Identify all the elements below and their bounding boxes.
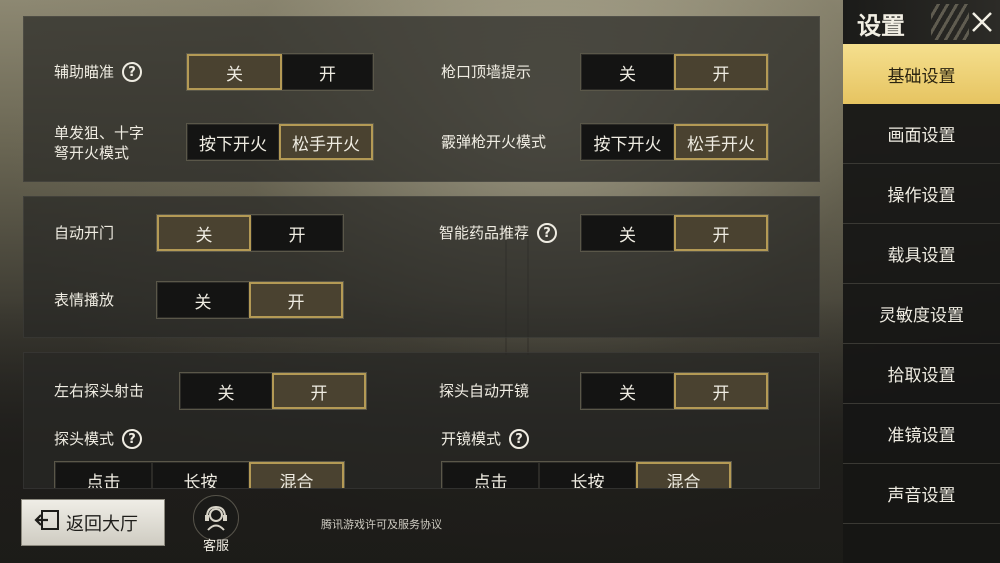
sidebar-item-graphics[interactable]: 画面设置	[843, 104, 1000, 164]
peek-mode-mixed-button[interactable]: 混合	[249, 462, 344, 488]
muzzle-wall-on-button[interactable]: 开	[674, 54, 768, 90]
customer-service-label: 客服	[202, 539, 229, 554]
med-recommend-off-button[interactable]: 关	[581, 215, 674, 251]
peek-auto-scope-off-button[interactable]: 关	[581, 373, 674, 409]
help-icon[interactable]: ?	[122, 429, 143, 449]
back-to-lobby-button[interactable]: 返回大厅	[21, 499, 165, 546]
sniper-fire-label-line2: 弩开火模式	[54, 144, 130, 162]
decorative-stripes	[931, 4, 969, 40]
aim-assist-on-button[interactable]: 开	[282, 54, 373, 90]
scope-mode-text: 开镜模式	[441, 430, 502, 448]
sniper-fire-label-line1: 单发狙、十字	[54, 124, 145, 142]
shotgun-fire-toggle: 按下开火 松手开火	[580, 123, 769, 161]
sidebar-item-sensitivity[interactable]: 灵敏度设置	[843, 284, 1000, 344]
sidebar-title: 设置	[857, 12, 905, 40]
peek-mode-label: 探头模式 ?	[54, 429, 143, 449]
peek-fire-off-button[interactable]: 关	[180, 373, 272, 409]
aim-assist-label: 辅助瞄准 ?	[54, 62, 143, 82]
sidebar-item-pickup[interactable]: 拾取设置	[843, 344, 1000, 404]
aim-assist-text: 辅助瞄准	[54, 63, 115, 81]
muzzle-wall-off-button[interactable]: 关	[581, 54, 674, 90]
med-recommend-text: 智能药品推荐	[439, 224, 530, 242]
peek-fire-toggle: 关 开	[179, 372, 367, 410]
muzzle-wall-label: 枪口顶墙提示	[441, 63, 532, 81]
settings-sidebar: 设置 基础设置 画面设置 操作设置 载具设置 灵敏度设置 拾取设置 准镜设置 声…	[843, 0, 1000, 563]
muzzle-wall-toggle: 关 开	[580, 53, 769, 91]
sniper-press-fire-button[interactable]: 按下开火	[187, 124, 279, 160]
sidebar-item-basic[interactable]: 基础设置	[843, 44, 1000, 104]
peek-auto-scope-on-button[interactable]: 开	[674, 373, 768, 409]
aim-assist-toggle: 关 开	[186, 53, 374, 91]
scope-mode-label: 开镜模式 ?	[441, 429, 530, 449]
sidebar-item-scope[interactable]: 准镜设置	[843, 404, 1000, 464]
sidebar-header: 设置	[843, 0, 1000, 44]
peek-auto-scope-toggle: 关 开	[580, 372, 769, 410]
settings-group-2: 自动开门 关 开 智能药品推荐 ? 关 开 表情播放 关 开	[23, 196, 820, 338]
peek-mode-selector: 点击 长按 混合	[54, 461, 345, 488]
sidebar-item-controls[interactable]: 操作设置	[843, 164, 1000, 224]
emote-play-toggle: 关 开	[156, 281, 344, 319]
close-icon[interactable]	[966, 4, 998, 40]
sniper-fire-toggle: 按下开火 松手开火	[186, 123, 374, 161]
peek-mode-hold-button[interactable]: 长按	[152, 462, 249, 488]
back-to-lobby-label: 返回大厅	[66, 513, 138, 535]
settings-group-3: 左右探头射击 关 开 探头自动开镜 关 开 探头模式 ? 点击 长按 混合 开镜…	[23, 352, 820, 489]
peek-fire-label: 左右探头射击	[54, 382, 145, 400]
help-icon[interactable]: ?	[122, 62, 143, 82]
peek-fire-on-button[interactable]: 开	[272, 373, 366, 409]
aim-assist-off-button[interactable]: 关	[187, 54, 282, 90]
shotgun-release-fire-button[interactable]: 松手开火	[674, 124, 768, 160]
med-recommend-toggle: 关 开	[580, 214, 769, 252]
customer-service-button[interactable]: 客服	[190, 495, 246, 554]
scope-mode-mixed-button[interactable]: 混合	[636, 462, 731, 488]
help-icon[interactable]: ?	[537, 223, 558, 243]
scope-mode-hold-button[interactable]: 长按	[539, 462, 636, 488]
shotgun-press-fire-button[interactable]: 按下开火	[581, 124, 674, 160]
emote-play-off-button[interactable]: 关	[157, 282, 249, 318]
auto-door-off-button[interactable]: 关	[157, 215, 251, 251]
sniper-fire-label: 单发狙、十字 弩开火模式	[54, 123, 144, 163]
med-recommend-label: 智能药品推荐 ?	[439, 223, 558, 243]
scope-mode-selector: 点击 长按 混合	[441, 461, 732, 488]
emote-play-on-button[interactable]: 开	[249, 282, 343, 318]
emote-play-label: 表情播放	[54, 291, 115, 309]
peek-auto-scope-label: 探头自动开镜	[439, 382, 530, 400]
settings-group-1: 辅助瞄准 ? 关 开 枪口顶墙提示 关 开 单发狙、十字 弩开火模式 按下开火 …	[23, 16, 820, 182]
exit-icon	[34, 509, 60, 536]
sniper-release-fire-button[interactable]: 松手开火	[279, 124, 373, 160]
peek-mode-tap-button[interactable]: 点击	[55, 462, 152, 488]
peek-mode-text: 探头模式	[54, 430, 115, 448]
auto-door-label: 自动开门	[54, 224, 115, 242]
license-link[interactable]: 腾讯游戏许可及服务协议	[321, 516, 442, 532]
auto-door-on-button[interactable]: 开	[251, 215, 343, 251]
sidebar-item-audio[interactable]: 声音设置	[843, 464, 1000, 524]
shotgun-fire-label: 霰弹枪开火模式	[441, 133, 547, 151]
med-recommend-on-button[interactable]: 开	[674, 215, 768, 251]
help-icon[interactable]: ?	[509, 429, 530, 449]
scope-mode-tap-button[interactable]: 点击	[442, 462, 539, 488]
sidebar-item-vehicle[interactable]: 载具设置	[843, 224, 1000, 284]
auto-door-toggle: 关 开	[156, 214, 344, 252]
